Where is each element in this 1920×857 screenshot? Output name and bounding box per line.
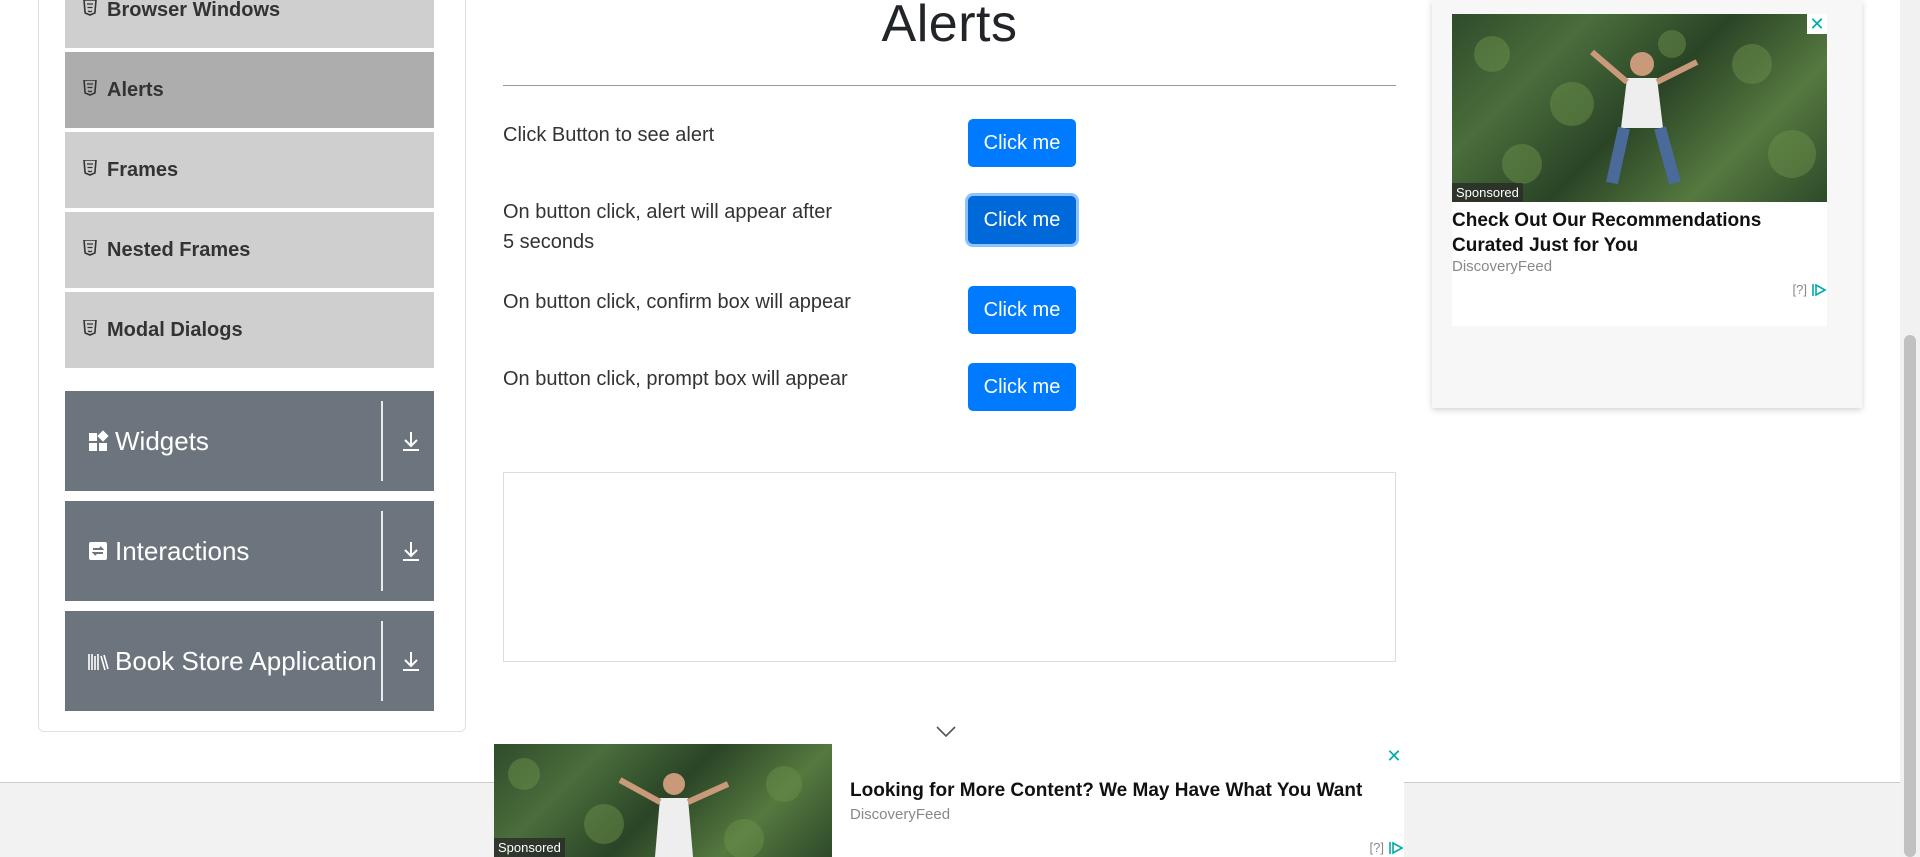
- html5-icon: [83, 240, 97, 256]
- prompt-button[interactable]: Click me: [968, 363, 1076, 411]
- title-divider: [503, 85, 1396, 86]
- sidebar-item-frames[interactable]: Frames: [65, 132, 434, 210]
- sidebar-item-label: Frames: [107, 158, 179, 181]
- html5-icon: [83, 320, 97, 336]
- adchoices-icon: [1812, 283, 1827, 296]
- divider: [381, 401, 383, 481]
- chevron-down-icon[interactable]: [935, 725, 957, 739]
- sidebar-item-label: Browser Windows: [107, 0, 281, 21]
- html5-icon: [83, 80, 97, 96]
- sidebar-item-browser-windows[interactable]: Browser Windows: [65, 0, 434, 50]
- adchoices-label: [?]: [1792, 282, 1807, 297]
- ad-title[interactable]: Check Out Our Recommendations Curated Ju…: [1452, 208, 1792, 258]
- sponsored-badge: Sponsored: [494, 838, 565, 857]
- result-box: [503, 472, 1396, 662]
- timer-alert-row-label: On button click, alert will appear after…: [503, 201, 833, 253]
- sponsored-badge: Sponsored: [1452, 183, 1523, 202]
- right-ad[interactable]: Sponsored ✕ Check Out Our Recommendation…: [1432, 0, 1862, 408]
- group-interactions[interactable]: Interactions: [65, 501, 434, 601]
- prompt-row-label: On button click, prompt box will appear: [503, 368, 848, 390]
- sidebar-item-label: Alerts: [107, 78, 164, 101]
- alert-button[interactable]: Click me: [968, 119, 1076, 167]
- sidebar-item-nested-frames[interactable]: Nested Frames: [65, 212, 434, 290]
- group-widgets[interactable]: Widgets: [65, 391, 434, 491]
- widgets-icon: [89, 430, 109, 451]
- timer-alert-button[interactable]: Click me: [968, 196, 1076, 244]
- confirm-button[interactable]: Click me: [968, 286, 1076, 334]
- page-scrollbar[interactable]: [1900, 0, 1920, 857]
- download-icon[interactable]: [401, 429, 421, 453]
- download-icon[interactable]: [401, 539, 421, 563]
- divider: [381, 511, 383, 591]
- bookstore-icon: [88, 654, 109, 671]
- html5-icon: [83, 160, 97, 176]
- confirm-row-label: On button click, confirm box will appear: [503, 291, 851, 313]
- ad-photo: [1474, 30, 1816, 185]
- group-label: Interactions: [115, 535, 250, 566]
- download-icon[interactable]: [401, 649, 421, 673]
- sidebar-item-label: Nested Frames: [107, 238, 251, 261]
- bottom-ad[interactable]: Sponsored Looking for More Content? We M…: [494, 744, 1404, 857]
- page-title: Alerts: [881, 0, 1018, 53]
- ad-image[interactable]: Sponsored ✕: [1452, 14, 1827, 202]
- scrollbar-thumb[interactable]: [1904, 335, 1916, 857]
- close-icon[interactable]: ✕: [1807, 14, 1827, 34]
- group-label: Book Store Application: [115, 645, 377, 676]
- ad-source: DiscoveryFeed: [1452, 258, 1553, 275]
- adchoices-icon: [1389, 841, 1404, 854]
- group-label: Widgets: [115, 425, 209, 456]
- close-icon[interactable]: ✕: [1384, 746, 1404, 766]
- sidebar-item-alerts[interactable]: Alerts: [65, 52, 434, 130]
- sidebar-item-modal-dialogs[interactable]: Modal Dialogs: [65, 292, 434, 370]
- ad-source: DiscoveryFeed: [850, 806, 951, 823]
- adchoices-label: [?]: [1369, 840, 1384, 855]
- alert-row-label: Click Button to see alert: [503, 124, 715, 146]
- ad-image[interactable]: Sponsored: [494, 744, 832, 857]
- group-book-store[interactable]: Book Store Application: [65, 611, 434, 711]
- sidebar-item-label: Modal Dialogs: [107, 318, 243, 341]
- html5-icon: [83, 0, 97, 16]
- interactions-icon: [89, 542, 107, 560]
- adchoices[interactable]: [?]: [1370, 840, 1404, 855]
- divider: [381, 621, 383, 701]
- ad-card[interactable]: Check Out Our Recommendations Curated Ju…: [1452, 202, 1827, 326]
- ad-title[interactable]: Looking for More Content? We May Have Wh…: [850, 780, 1362, 802]
- adchoices[interactable]: [?]: [1793, 282, 1827, 297]
